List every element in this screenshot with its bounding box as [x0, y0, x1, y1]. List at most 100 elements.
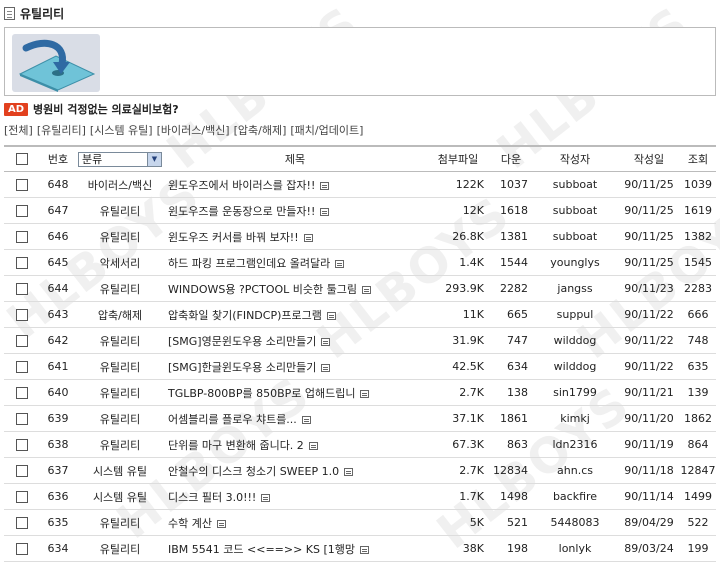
row-author[interactable]: ldn2316 — [532, 438, 618, 451]
row-checkbox[interactable] — [16, 334, 28, 347]
row-number: 648 — [47, 178, 69, 191]
select-all-checkbox[interactable] — [16, 153, 28, 165]
row-author[interactable]: ahn.cs — [532, 464, 618, 477]
row-number: 639 — [47, 412, 69, 425]
row-checkbox[interactable] — [16, 438, 28, 451]
page-header: 유틸리티 — [0, 0, 720, 26]
row-title-link[interactable]: 단위를 마구 변환해 줍니다. 2 — [168, 439, 304, 452]
row-date: 90/11/19 — [624, 438, 674, 451]
row-file-size: 2.7K — [459, 386, 484, 399]
memo-icon — [361, 285, 371, 294]
row-title-link[interactable]: [SMG]영문윈도우용 소리만들기 — [168, 335, 316, 348]
row-author[interactable]: wilddog — [532, 334, 618, 347]
row-views: 1862 — [684, 412, 712, 425]
row-number: 646 — [47, 230, 69, 243]
row-title-link[interactable]: 압축화일 찾기(FINDCP)프로그램 — [168, 309, 322, 322]
row-checkbox[interactable] — [16, 412, 28, 425]
row-file-size: 2.7K — [459, 464, 484, 477]
row-title-link[interactable]: WINDOWS용 ?PCTOOL 비슷한 툴그림 — [168, 283, 357, 296]
row-author[interactable]: subboat — [532, 204, 618, 217]
row-checkbox[interactable] — [16, 542, 28, 555]
row-file-size: 122K — [455, 178, 484, 191]
category-link-antivirus[interactable]: [바이러스/백신] — [157, 122, 230, 138]
table-row: 644 유틸리티 WINDOWS용 ?PCTOOL 비슷한 툴그림 293.9K 228… — [4, 276, 716, 302]
row-file-size: 5K — [469, 516, 484, 529]
category-link-system[interactable]: [시스템 유틸] — [90, 122, 153, 138]
row-views: 1039 — [684, 178, 712, 191]
category-link-compression[interactable]: [압축/해제] — [234, 122, 287, 138]
row-views: 864 — [687, 438, 709, 451]
row-checkbox[interactable] — [16, 204, 28, 217]
row-author[interactable]: wilddog — [532, 360, 618, 373]
table-row: 638 유틸리티 단위를 마구 변환해 줍니다. 2 67.3K 863 ldn2316 9… — [4, 432, 716, 458]
ad-link[interactable]: 병원비 걱정없는 의료실비보험? — [33, 101, 179, 117]
row-title-link[interactable]: 윈도우즈 커서를 바꿔 보자!! — [168, 231, 299, 244]
ad-row: AD 병원비 걱정없는 의료실비보험? — [4, 100, 179, 118]
category-link-utility[interactable]: [유틸리티] — [37, 122, 86, 138]
row-views: 2283 — [684, 282, 712, 295]
row-author[interactable]: 5448083 — [532, 516, 618, 529]
memo-icon — [216, 519, 226, 528]
row-title-link[interactable]: 안철수의 디스크 청소기 SWEEP 1.0 — [168, 465, 339, 478]
row-checkbox[interactable] — [16, 178, 28, 191]
row-author[interactable]: subboat — [532, 230, 618, 243]
row-checkbox[interactable] — [16, 464, 28, 477]
row-title-link[interactable]: IBM 5541 코드 <<==>> KS [1행망 — [168, 543, 355, 556]
row-checkbox[interactable] — [16, 256, 28, 269]
row-author[interactable]: sin1799 — [532, 386, 618, 399]
row-number: 644 — [47, 282, 69, 295]
row-author[interactable]: lonlyk — [532, 542, 618, 555]
row-downloads: 1618 — [500, 204, 528, 217]
row-title-link[interactable]: 디스크 필터 3.0!!! — [168, 491, 256, 504]
table-body: 648 바이러스/백신 윈도우즈에서 바이러스를 잡자!! 122K 1037 subbo… — [4, 172, 716, 562]
row-checkbox[interactable] — [16, 308, 28, 321]
row-author[interactable]: backfire — [532, 490, 618, 503]
table-row: 642 유틸리티 [SMG]영문윈도우용 소리만들기 31.9K 747 wilddog 9… — [4, 328, 716, 354]
row-author[interactable]: kimkj — [532, 412, 618, 425]
row-downloads: 12834 — [493, 464, 528, 477]
row-date: 89/03/24 — [624, 542, 674, 555]
row-author[interactable]: subboat — [532, 178, 618, 191]
table-row: 640 유틸리티 TGLBP-800BP를 850BP로 업해드립니 2.7K 138 s… — [4, 380, 716, 406]
table-row: 634 유틸리티 IBM 5541 코드 <<==>> KS [1행망 38K 198 l… — [4, 536, 716, 562]
row-title-link[interactable]: 어셈블리를 플로우 챠트를... — [168, 413, 297, 426]
chevron-down-icon: ▼ — [147, 152, 161, 166]
row-title-link[interactable]: 윈도우즈에서 바이러스를 잡자!! — [168, 179, 315, 192]
memo-icon — [360, 545, 370, 554]
row-views: 666 — [687, 308, 709, 321]
row-category: 시스템 유틸 — [92, 464, 148, 478]
row-downloads: 2282 — [500, 282, 528, 295]
row-checkbox[interactable] — [16, 282, 28, 295]
row-title-link[interactable]: 윈도우즈를 운동장으로 만들자!! — [168, 205, 315, 218]
row-number: 637 — [47, 464, 69, 477]
row-category: 유틸리티 — [99, 334, 141, 348]
row-date: 90/11/14 — [624, 490, 674, 503]
row-title-link[interactable]: 하드 파킹 프로그램인데요 올려달라 — [168, 257, 330, 270]
row-checkbox[interactable] — [16, 490, 28, 503]
row-downloads: 665 — [507, 308, 528, 321]
row-number: 638 — [47, 438, 69, 451]
row-checkbox[interactable] — [16, 516, 28, 529]
category-link-all[interactable]: [전체] — [4, 122, 33, 138]
row-date: 90/11/23 — [624, 282, 674, 295]
row-category: 시스템 유틸 — [92, 490, 148, 504]
row-title-link[interactable]: TGLBP-800BP를 850BP로 업해드립니 — [168, 387, 355, 400]
memo-icon — [321, 337, 331, 346]
row-checkbox[interactable] — [16, 360, 28, 373]
row-number: 641 — [47, 360, 69, 373]
row-author[interactable]: younglys — [532, 256, 618, 269]
row-title-link[interactable]: 수학 계산 — [168, 517, 212, 530]
header-author: 작성자 — [559, 153, 591, 166]
download-arrow-icon — [12, 34, 100, 92]
table-row: 647 유틸리티 윈도우즈를 운동장으로 만들자!! 12K 1618 subboat 90… — [4, 198, 716, 224]
category-link-patch[interactable]: [패치/업데이트] — [290, 122, 363, 138]
row-title-link[interactable]: [SMG]한글윈도우용 소리만들기 — [168, 361, 316, 374]
row-author[interactable]: jangss — [532, 282, 618, 295]
row-file-size: 37.1K — [452, 412, 484, 425]
row-views: 1619 — [684, 204, 712, 217]
category-select[interactable]: 분류 ▼ — [78, 151, 162, 167]
row-checkbox[interactable] — [16, 386, 28, 399]
row-author[interactable]: suppul — [532, 308, 618, 321]
row-checkbox[interactable] — [16, 230, 28, 243]
header-number: 번호 — [47, 153, 69, 166]
